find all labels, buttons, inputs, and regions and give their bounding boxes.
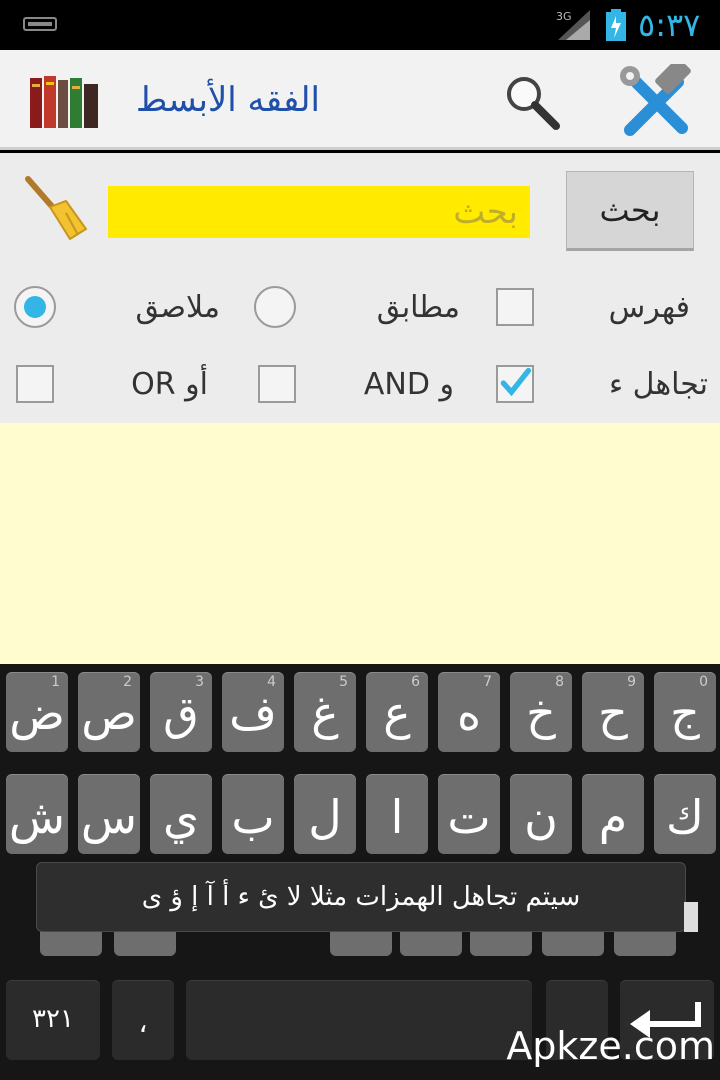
ignore-hamza-label: تجاهل ء — [608, 367, 708, 402]
ignore-hamza-checkbox[interactable] — [496, 365, 534, 403]
or-label: أو OR — [131, 367, 208, 402]
books-icon — [30, 76, 98, 128]
action-bar: الفقه الأبسط — [0, 50, 720, 150]
adjacent-label: ملاصق — [135, 290, 220, 325]
search-input[interactable] — [108, 186, 530, 238]
comma-key[interactable]: ، — [112, 980, 174, 1060]
key[interactable]: 6ع — [366, 672, 428, 752]
and-checkbox[interactable] — [258, 365, 296, 403]
watermark: Apkze.com — [506, 1024, 715, 1068]
key[interactable]: 8خ — [510, 672, 572, 752]
key[interactable]: ك — [654, 774, 716, 854]
key[interactable]: 5غ — [294, 672, 356, 752]
key[interactable]: 3ق — [150, 672, 212, 752]
key[interactable]: ل — [294, 774, 356, 854]
key[interactable]: 0ج — [654, 672, 716, 752]
toast-message: سيتم تجاهل الهمزات مثلا لا ئ ء أ آ إ ؤ ى — [36, 862, 686, 932]
index-checkbox[interactable] — [496, 288, 534, 326]
battery-icon — [606, 9, 626, 41]
notification-icon — [23, 17, 57, 31]
adjacent-radio[interactable] — [14, 286, 56, 328]
check-icon — [500, 367, 532, 397]
tools-icon[interactable] — [616, 64, 696, 140]
key[interactable]: 7ه — [438, 672, 500, 752]
status-bar: 3G ٥:٣٧ — [0, 0, 720, 50]
or-checkbox[interactable] — [16, 365, 54, 403]
search-button[interactable]: بحث — [566, 171, 694, 251]
key[interactable]: ش — [6, 774, 68, 854]
and-label: و AND — [363, 367, 454, 402]
signal-icon: 3G — [556, 10, 590, 40]
key[interactable]: ي — [150, 774, 212, 854]
space-key[interactable] — [186, 980, 532, 1060]
scroll-thumb — [684, 902, 698, 932]
key[interactable]: ت — [438, 774, 500, 854]
key[interactable]: 1ض — [6, 672, 68, 752]
broom-icon[interactable] — [20, 173, 92, 245]
exact-radio[interactable] — [254, 286, 296, 328]
results-list[interactable] — [0, 423, 720, 664]
key[interactable]: م — [582, 774, 644, 854]
exact-label: مطابق — [376, 290, 460, 325]
key[interactable]: ب — [222, 774, 284, 854]
key[interactable]: 4ف — [222, 672, 284, 752]
search-icon[interactable] — [500, 72, 564, 132]
key[interactable]: 2ص — [78, 672, 140, 752]
search-panel: بحث فهرس مطابق ملاصق تجاهل ء و AND أو OR — [0, 153, 720, 423]
app-title: الفقه الأبسط — [135, 80, 320, 120]
key[interactable]: 9ح — [582, 672, 644, 752]
key[interactable]: ن — [510, 774, 572, 854]
status-time: ٥:٣٧ — [638, 6, 701, 44]
svg-text:3G: 3G — [556, 10, 572, 23]
key[interactable]: س — [78, 774, 140, 854]
key[interactable]: ا — [366, 774, 428, 854]
index-label: فهرس — [608, 290, 690, 325]
numbers-key[interactable]: ٣٢١ — [6, 980, 100, 1060]
